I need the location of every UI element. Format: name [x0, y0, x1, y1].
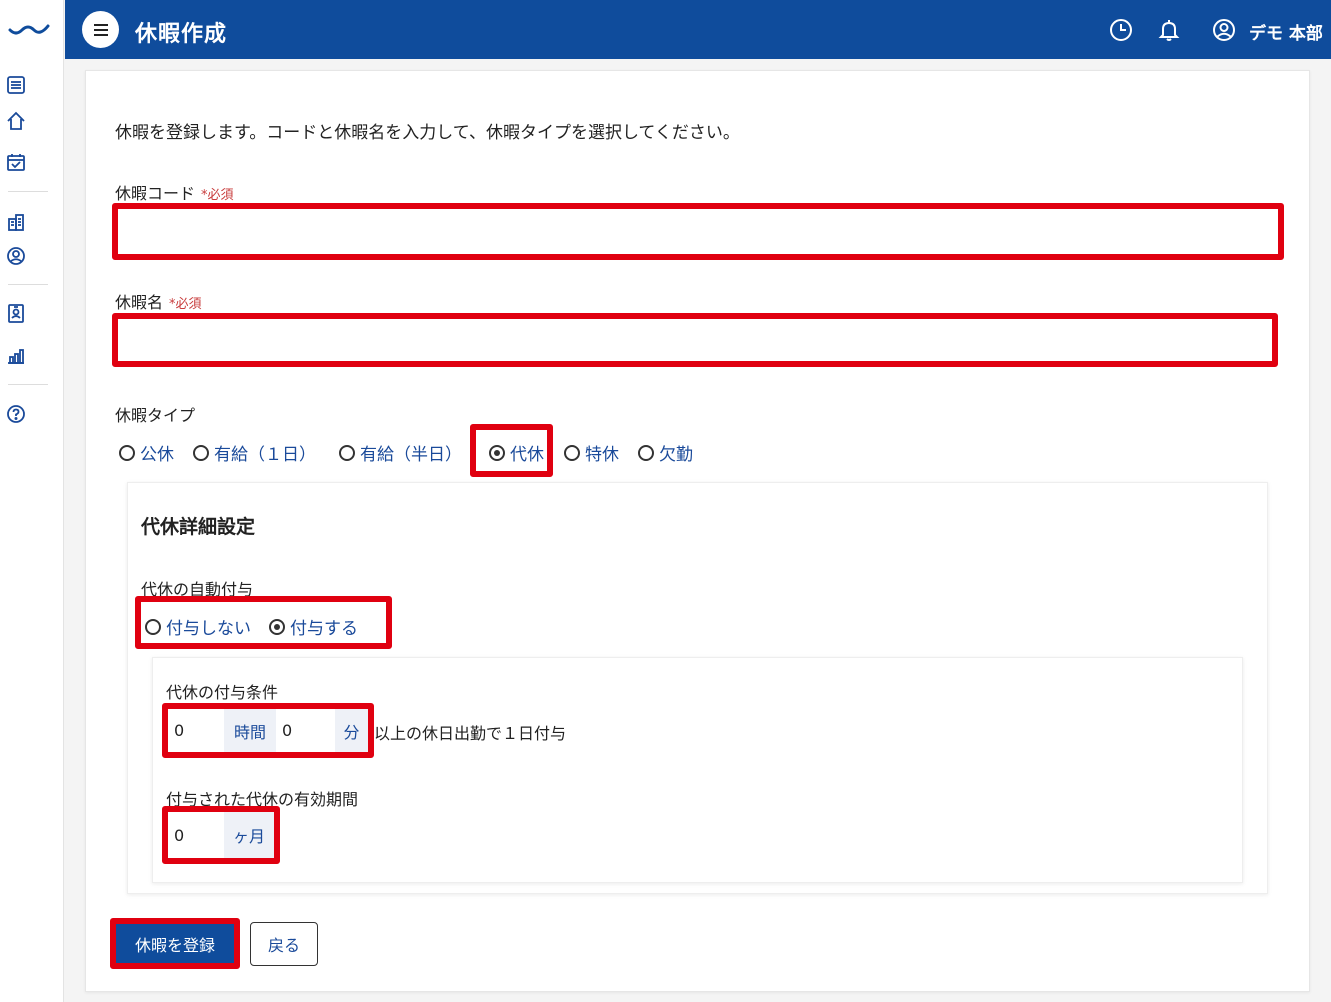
help-icon[interactable] — [5, 403, 27, 425]
code-label: 休暇コード *必須 — [115, 180, 234, 204]
hours-input[interactable]: 0 — [168, 709, 224, 752]
logo-icon[interactable] — [8, 18, 50, 40]
sidebar — [0, 0, 64, 1002]
condition-input-group: 0 時間 0 分 — [162, 703, 374, 758]
sidebar-divider — [8, 384, 48, 385]
sidebar-divider — [8, 284, 48, 285]
page-title: 休暇作成 — [135, 22, 228, 47]
detail-title: 代休詳細設定 — [141, 516, 256, 538]
months-unit: ヶ月 — [224, 812, 274, 858]
radio-type-yukyu-half[interactable]: 有給（半日） — [339, 440, 462, 465]
radio-circle[interactable] — [119, 444, 135, 461]
clock-icon[interactable] — [1108, 17, 1134, 43]
intro-text: 休暇を登録します。コードと休暇名を入力して、休暇タイプを選択してください。 — [115, 123, 740, 143]
back-button[interactable]: 戻る — [250, 922, 318, 966]
minutes-unit: 分 — [335, 709, 368, 752]
months-input[interactable]: 0 — [168, 812, 224, 858]
user-circle-icon[interactable] — [5, 245, 27, 267]
bell-icon[interactable] — [1156, 17, 1182, 43]
type-radio-group: 公休 有給（１日） 有給（半日） 代休 特休 欠勤 — [119, 440, 693, 465]
bar-chart-icon[interactable] — [5, 345, 27, 367]
building-icon[interactable] — [5, 211, 27, 233]
grant-settings-card — [152, 657, 1243, 883]
user-name[interactable]: デモ 本部 — [1249, 19, 1323, 44]
radio-type-kokyu[interactable]: 公休 — [119, 440, 174, 465]
name-label-text: 休暇名 — [115, 293, 164, 312]
hours-unit: 時間 — [224, 709, 276, 752]
register-button[interactable]: 休暇を登録 — [110, 918, 240, 969]
radio-circle[interactable] — [193, 444, 209, 461]
condition-label: 代休の付与条件 — [166, 683, 279, 702]
radio-type-kekkin[interactable]: 欠勤 — [638, 440, 693, 465]
id-badge-icon[interactable] — [5, 302, 27, 324]
highlight-daikyu — [470, 424, 553, 477]
menu-icon — [93, 23, 108, 36]
required-mark: *必須 — [201, 188, 234, 203]
calendar-check-icon[interactable] — [5, 151, 27, 173]
name-label: 休暇名 *必須 — [115, 289, 202, 313]
home-icon[interactable] — [5, 110, 27, 132]
required-mark: *必須 — [169, 297, 202, 312]
validity-input-group: 0 ヶ月 — [162, 806, 280, 864]
radio-type-yukyu-full[interactable]: 有給（１日） — [193, 440, 316, 465]
name-input[interactable] — [112, 313, 1278, 367]
user-circle-icon[interactable] — [1211, 17, 1237, 43]
app-header: 休暇作成 デモ 本部 — [65, 0, 1331, 59]
list-icon[interactable] — [5, 74, 27, 96]
highlight-auto-grant — [135, 596, 392, 649]
code-label-text: 休暇コード — [115, 184, 196, 203]
code-input[interactable] — [112, 203, 1284, 260]
radio-type-tokkyu[interactable]: 特休 — [564, 440, 619, 465]
radio-circle[interactable] — [638, 444, 654, 461]
radio-circle[interactable] — [339, 444, 355, 461]
minutes-input[interactable]: 0 — [276, 709, 335, 752]
menu-button[interactable] — [82, 11, 119, 48]
sidebar-divider — [8, 191, 48, 192]
condition-suffix: 以上の休日出勤で１日付与 — [374, 724, 567, 743]
type-label: 休暇タイプ — [115, 406, 196, 425]
radio-circle[interactable] — [564, 444, 580, 461]
